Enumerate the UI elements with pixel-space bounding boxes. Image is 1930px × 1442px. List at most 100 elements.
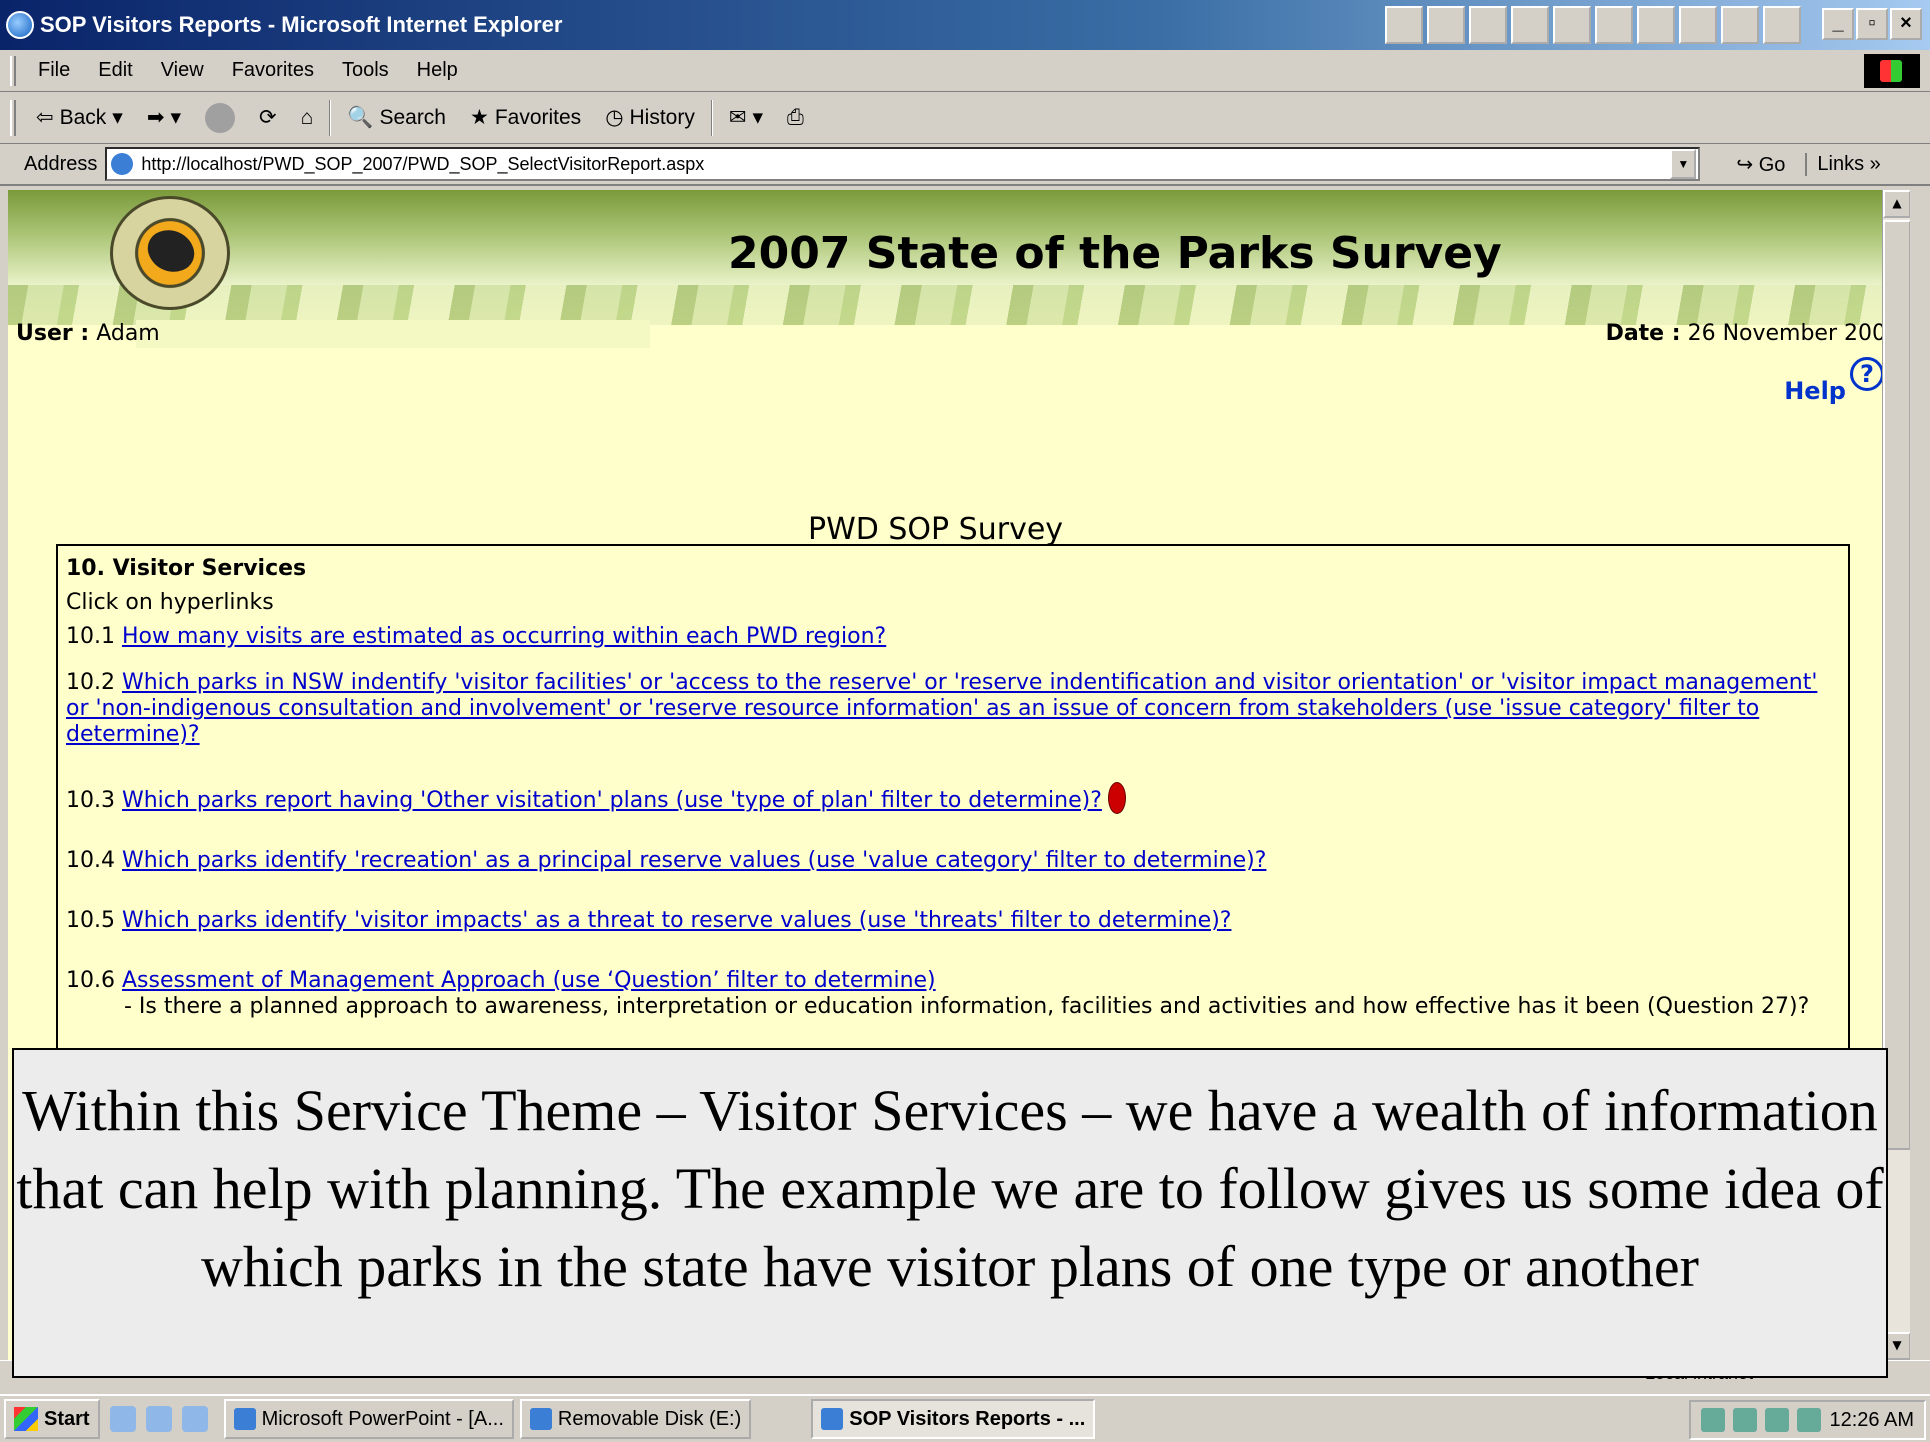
question-item: 10.1 How many visits are estimated as oc…: [66, 624, 1840, 650]
app-icon[interactable]: [1427, 6, 1465, 44]
slide-caption: Within this Service Theme – Visitor Serv…: [12, 1048, 1888, 1378]
menu-tools[interactable]: Tools: [328, 59, 403, 82]
restore-icon[interactable]: ▫: [1856, 8, 1888, 40]
taskbar-item-browser[interactable]: SOP Visitors Reports - ...: [811, 1399, 1096, 1439]
question-link[interactable]: How many visits are estimated as occurri…: [122, 624, 886, 649]
dropdown-arrow-icon: ▾: [170, 106, 181, 129]
links-button[interactable]: Links »: [1805, 152, 1881, 176]
home-icon: ⌂: [300, 105, 314, 129]
address-url: http://localhost/PWD_SOP_2007/PWD_SOP_Se…: [141, 153, 705, 174]
taskbar: Start Microsoft PowerPoint - [A... Remov…: [0, 1394, 1930, 1442]
pointer-marker-icon: [1107, 782, 1126, 814]
tray-icon[interactable]: [1765, 1408, 1790, 1432]
clock: 12:26 AM: [1829, 1408, 1914, 1431]
scroll-thumb[interactable]: [1883, 220, 1910, 1150]
go-label: Go: [1758, 153, 1786, 176]
print-button[interactable]: ⎙: [775, 106, 816, 130]
ie-quicklaunch-icon[interactable]: [109, 1406, 136, 1432]
question-item: 10.6 Assessment of Management Approach (…: [66, 968, 1840, 994]
history-icon: ◷: [605, 106, 624, 129]
scroll-up-icon[interactable]: ▲: [1883, 190, 1910, 218]
question-number: 10.2: [66, 670, 115, 695]
menu-file[interactable]: File: [24, 59, 84, 82]
standard-toolbar: ⇦ Back ▾ ➡ ▾ ⟳ ⌂ 🔍 Search ★ Favorites ◷ …: [0, 92, 1930, 144]
menu-view[interactable]: View: [147, 59, 218, 82]
history-label: History: [629, 105, 695, 129]
app-icon[interactable]: [1637, 6, 1675, 44]
question-link[interactable]: Assessment of Management Approach (use ‘…: [122, 968, 936, 993]
window-title-bar: SOP Visitors Reports - Microsoft Interne…: [0, 0, 1930, 50]
back-label: Back: [59, 105, 107, 129]
favorites-label: Favorites: [494, 105, 582, 129]
start-button[interactable]: Start: [4, 1399, 100, 1439]
app-icon[interactable]: [1511, 6, 1549, 44]
tray-icon[interactable]: [1701, 1408, 1726, 1432]
app-icon[interactable]: [1679, 6, 1717, 44]
section-title: 10. Visitor Services: [66, 556, 307, 581]
menu-favorites[interactable]: Favorites: [218, 59, 328, 82]
question-number: 10.5: [66, 908, 115, 933]
menu-bar: File Edit View Favorites Tools Help: [0, 50, 1930, 92]
question-number: 10.4: [66, 848, 115, 873]
app-icon[interactable]: [1385, 6, 1423, 44]
dropdown-arrow-icon: ▾: [112, 106, 123, 129]
lyrebird-icon: [142, 222, 200, 280]
stop-button[interactable]: [193, 102, 247, 133]
page-icon: [111, 153, 134, 175]
taskbar-item-removable-disk[interactable]: Removable Disk (E:): [519, 1399, 752, 1439]
site-title: 2007 State of the Parks Survey: [728, 228, 1502, 279]
minimize-icon[interactable]: _: [1822, 8, 1854, 40]
question-link[interactable]: Which parks in NSW indentify 'visitor fa…: [66, 670, 1817, 747]
home-button[interactable]: ⌂: [289, 106, 326, 130]
go-button[interactable]: ↪ Go: [1726, 152, 1795, 177]
question-link[interactable]: Which parks identify 'recreation' as a p…: [122, 848, 1266, 873]
menu-help[interactable]: Help: [403, 59, 472, 82]
question-link[interactable]: Which parks identify 'visitor impacts' a…: [122, 908, 1231, 933]
search-label: Search: [379, 105, 446, 129]
taskbar-item-powerpoint[interactable]: Microsoft PowerPoint - [A...: [223, 1399, 514, 1439]
drive-icon: [529, 1408, 552, 1430]
app-icon[interactable]: [1721, 6, 1759, 44]
tray-icon[interactable]: [1733, 1408, 1758, 1432]
favorites-button[interactable]: ★ Favorites: [458, 105, 593, 130]
help-question-icon: ?: [1850, 357, 1884, 391]
close-icon[interactable]: ×: [1890, 8, 1922, 40]
ie-icon: [6, 11, 34, 39]
window-controls: _ ▫ ×: [1822, 8, 1922, 40]
app-icon[interactable]: [1469, 6, 1507, 44]
windows-flag-icon: [14, 1407, 38, 1431]
address-bar: Address http://localhost/PWD_SOP_2007/PW…: [0, 144, 1930, 186]
refresh-button[interactable]: ⟳: [247, 105, 289, 130]
start-label: Start: [44, 1407, 90, 1430]
app-icon[interactable]: [1553, 6, 1591, 44]
user-value: Adam: [96, 321, 160, 346]
forward-arrow-icon: ➡: [146, 106, 165, 129]
back-button[interactable]: ⇦ Back ▾: [24, 105, 135, 130]
app-icon[interactable]: [1763, 6, 1801, 44]
forward-button[interactable]: ➡ ▾: [135, 105, 193, 130]
links-label: Links: [1817, 152, 1865, 175]
title-bar-tool-icons: [1385, 6, 1801, 44]
history-button[interactable]: ◷ History: [593, 105, 707, 130]
address-input[interactable]: http://localhost/PWD_SOP_2007/PWD_SOP_Se…: [105, 147, 1701, 181]
question-number: 10.6: [66, 968, 115, 993]
desktop-quicklaunch-icon[interactable]: [181, 1406, 208, 1432]
app-icon[interactable]: [1595, 6, 1633, 44]
quick-launch: [100, 1406, 218, 1432]
task-label: Removable Disk (E:): [557, 1407, 742, 1430]
menu-edit[interactable]: Edit: [84, 59, 146, 82]
go-arrow-icon: ↪: [1736, 153, 1754, 176]
tray-icon[interactable]: [1797, 1408, 1822, 1432]
question-link[interactable]: Which parks report having 'Other visitat…: [122, 788, 1102, 813]
address-dropdown-button[interactable]: ▼: [1670, 149, 1697, 179]
question-item: 10.5 Which parks identify 'visitor impac…: [66, 908, 1840, 934]
search-icon: 🔍: [347, 105, 374, 129]
explorer-quicklaunch-icon[interactable]: [145, 1406, 172, 1432]
task-label: Microsoft PowerPoint - [A...: [261, 1407, 504, 1430]
search-button[interactable]: 🔍 Search: [335, 106, 458, 130]
user-line: User : Adam: [16, 321, 160, 346]
help-link[interactable]: Help ?: [1784, 357, 1884, 425]
site-banner: 2007 State of the Parks Survey: [8, 190, 1910, 325]
mail-icon: ✉: [728, 106, 747, 129]
mail-button[interactable]: ✉ ▾: [717, 105, 775, 130]
